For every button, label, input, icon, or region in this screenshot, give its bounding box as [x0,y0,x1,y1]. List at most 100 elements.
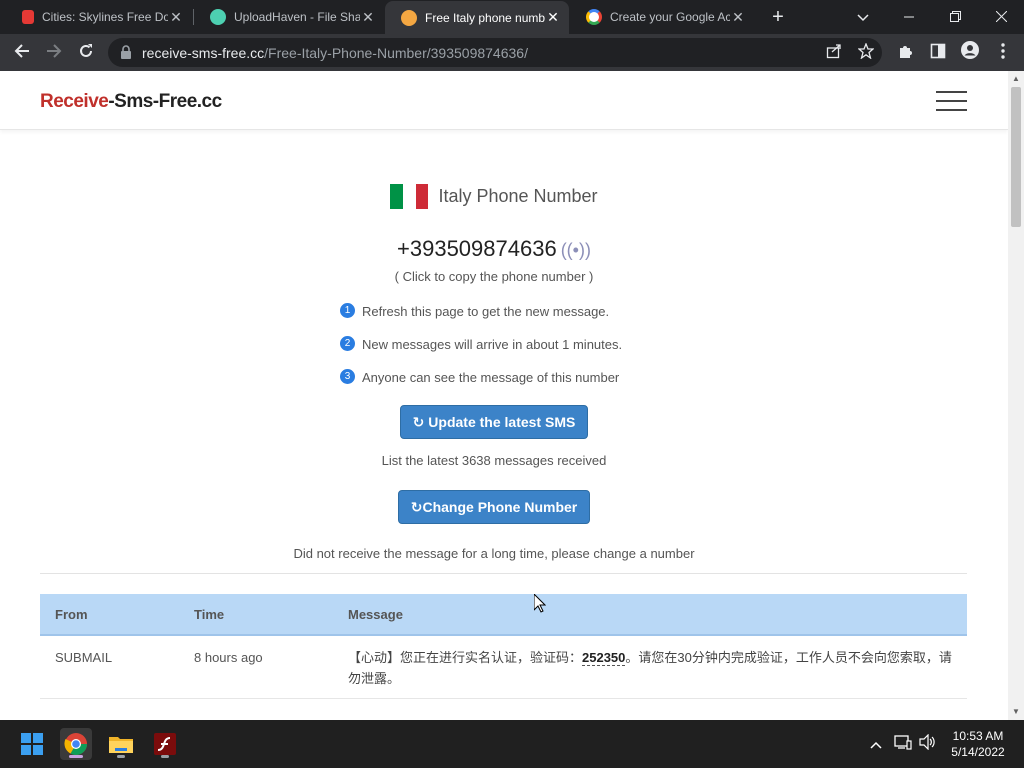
share-icon [826,44,841,59]
puzzle-icon [900,46,912,58]
verification-code[interactable]: 252350 [582,650,626,666]
clock-date: 5/14/2022 [951,745,1005,759]
page-viewport: Receive-Sms-Free.cc Italy Phone Number +… [0,71,1008,720]
site-header: Receive-Sms-Free.cc [0,71,1008,130]
number-badge-icon: 1 [340,303,355,318]
hamburger-menu-button[interactable] [936,91,967,111]
minimize-icon [904,16,914,18]
system-clock[interactable]: 10:53 AM 5/14/2022 [946,728,1010,760]
menu-button[interactable] [990,40,1016,66]
number-badge-icon: 3 [340,369,355,384]
taskbar-chrome[interactable] [60,728,92,760]
italy-flag-icon [390,184,429,209]
tab-free-italy-phone[interactable]: Free Italy phone numbe ✕ [385,1,569,34]
close-icon[interactable]: ✕ [360,9,376,26]
restore-icon [949,11,961,22]
tip-item: 1 Refresh this page to get the new messag… [340,303,622,337]
taskbar-flash[interactable] [149,728,181,760]
taskbar-file-explorer[interactable] [105,728,137,760]
tab-title: Create your Google Ac [610,10,730,24]
divider [40,573,967,574]
network-button[interactable] [893,734,913,754]
copy-hint: ( Click to copy the phone number ) [394,269,594,284]
scrollbar-thumb[interactable] [1011,87,1021,227]
messages-count: List the latest 3638 messages received [381,453,607,468]
header-message: Message [348,606,403,622]
message-time: 8 hours ago [194,650,263,665]
messages-table: From Time Message SUBMAIL 8 hours ago 【心… [40,594,967,699]
reload-button[interactable] [73,40,99,66]
scroll-down-arrow-icon[interactable]: ▼ [1008,704,1024,720]
message-sender: SUBMAIL [55,650,113,665]
back-arrow-icon [14,44,29,58]
taskbar: 10:53 AM 5/14/2022 [0,720,1024,768]
site-logo[interactable]: Receive-Sms-Free.cc [40,91,222,113]
header-from: From [55,606,88,622]
phone-number[interactable]: +393509874636 ((•)) [0,236,988,262]
tab-strip: Cities: Skylines Free Do ✕ UploadHaven -… [0,0,1024,34]
bookmark-star-button[interactable] [856,42,876,63]
minimize-button[interactable] [886,0,932,34]
tab-title: Cities: Skylines Free Do [42,10,168,24]
windows-logo-icon [21,733,43,755]
lock-favicon-icon [22,10,34,24]
new-tab-button[interactable]: + [766,5,790,29]
tab-google-account[interactable]: Create your Google Ac ✕ [570,0,754,34]
table-header: From Time Message [40,594,967,636]
close-window-button[interactable] [978,0,1024,34]
volume-button[interactable] [918,733,938,754]
kebab-menu-icon [1001,43,1005,59]
side-panel-icon [930,43,946,59]
message-body: 【心动】您正在进行实名认证，验证码：252350。请您在30分钟内完成验证，工作… [348,650,952,686]
network-icon [894,735,912,750]
site-favicon-icon [401,9,417,26]
back-button[interactable] [9,40,35,66]
close-window-icon [995,10,1007,23]
tab-title: Free Italy phone numbe [425,10,545,25]
signal-icon: ((•)) [560,240,591,260]
change-number-hint: Did not receive the message for a long t… [293,546,695,561]
mouse-cursor-icon [534,594,546,613]
number-badge-icon: 2 [340,336,355,351]
show-hidden-icons-button[interactable] [866,734,886,754]
browser-toolbar: receive-sms-free.cc/Free-Italy-Phone-Num… [0,34,1024,71]
start-button[interactable] [16,728,48,760]
url-text: receive-sms-free.cc/Free-Italy-Phone-Num… [142,45,528,61]
side-panel-button[interactable] [925,40,951,66]
restore-button[interactable] [932,0,978,34]
tip-item: 2 New messages will arrive in about 1 min… [340,336,622,370]
tips-list: 1 Refresh this page to get the new messag… [340,303,622,403]
close-icon[interactable]: ✕ [168,9,184,26]
reload-icon [80,44,92,57]
tip-item: 3 Anyone can see the message of this numb… [340,369,622,403]
phone-number-text[interactable]: +393509874636 [397,236,557,261]
star-icon [857,42,875,60]
forward-button[interactable] [41,40,67,66]
header-time: Time [194,606,225,622]
extensions-button[interactable] [893,40,919,66]
country-title: Italy Phone Number [438,186,598,206]
country-heading: Italy Phone Number [0,184,988,209]
address-bar[interactable]: receive-sms-free.cc/Free-Italy-Phone-Num… [108,38,882,67]
google-favicon-icon [586,9,602,25]
update-sms-button[interactable]: ↻ Update the latest SMS [400,405,588,439]
share-button[interactable] [824,43,844,63]
profile-icon [961,41,979,59]
page-scrollbar[interactable]: ▲ ▼ [1008,71,1024,720]
clock-time: 10:53 AM [952,729,1004,743]
chevron-down-icon [857,14,869,22]
chevron-up-icon [870,741,882,749]
scroll-up-arrow-icon[interactable]: ▲ [1008,71,1024,87]
table-row: SUBMAIL 8 hours ago 【心动】您正在进行实名认证，验证码：25… [40,636,967,699]
close-icon[interactable]: ✕ [545,9,561,26]
tab-uploadhaven[interactable]: UploadHaven - File Sha ✕ [194,0,384,34]
tab-cities-skylines[interactable]: Cities: Skylines Free Do ✕ [0,0,192,34]
lock-icon [121,45,131,59]
close-icon[interactable]: ✕ [730,9,746,26]
cloud-favicon-icon [210,9,226,25]
forward-arrow-icon [47,44,62,58]
tab-title: UploadHaven - File Sha [234,10,360,24]
change-number-button[interactable]: ↻Change Phone Number [398,490,590,524]
tab-search-button[interactable] [840,0,886,34]
profile-button[interactable] [957,40,983,66]
